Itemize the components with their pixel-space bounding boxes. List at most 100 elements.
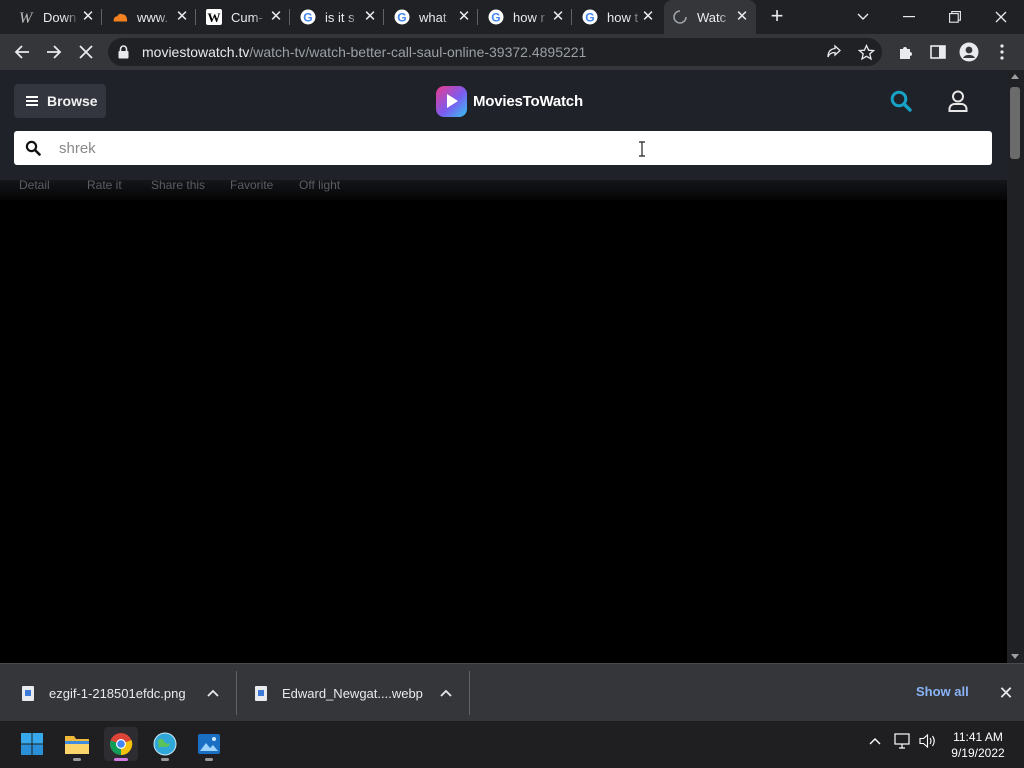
bookmark-star-icon[interactable] bbox=[852, 38, 880, 66]
scroll-up-arrow-icon[interactable] bbox=[1011, 74, 1019, 79]
hamburger-icon bbox=[26, 96, 38, 106]
scrollbar-thumb[interactable] bbox=[1010, 87, 1020, 159]
minimize-icon[interactable] bbox=[886, 0, 932, 34]
forward-arrow-icon[interactable] bbox=[40, 38, 68, 66]
tab-separator bbox=[195, 9, 196, 25]
tab-title: Cum- bbox=[231, 9, 263, 25]
photos-icon[interactable] bbox=[192, 727, 226, 761]
tab-close-icon[interactable]: ✕ bbox=[80, 9, 96, 25]
window-close-icon[interactable] bbox=[978, 0, 1024, 34]
search-icon[interactable] bbox=[889, 89, 913, 113]
tab-title: what bbox=[419, 9, 447, 25]
off-light-link[interactable]: Off light bbox=[299, 180, 340, 192]
tab-search-icon[interactable] bbox=[840, 0, 886, 34]
browser-toolbar: moviestowatch.tv/watch-tv/watch-better-c… bbox=[0, 34, 1024, 70]
network-globe-icon[interactable] bbox=[148, 727, 182, 761]
tab-6[interactable]: G how t ✕ bbox=[574, 0, 662, 34]
search-input[interactable] bbox=[59, 131, 959, 165]
show-hidden-icons-icon[interactable] bbox=[867, 733, 883, 754]
svg-text:G: G bbox=[397, 10, 406, 24]
tab-title: is it s bbox=[325, 9, 355, 25]
text-cursor-icon bbox=[638, 141, 646, 157]
tab-2[interactable]: W Cum- ✕ bbox=[198, 0, 290, 34]
address-bar[interactable]: moviestowatch.tv/watch-tv/watch-better-c… bbox=[108, 38, 882, 66]
download-separator bbox=[236, 671, 237, 715]
tab-active[interactable]: Watc ✕ bbox=[664, 0, 756, 34]
download-item-0[interactable]: ezgif-1-218501efdc.png bbox=[22, 664, 228, 722]
tab-separator bbox=[101, 9, 102, 25]
new-tab-icon[interactable]: + bbox=[766, 5, 788, 28]
tab-close-icon[interactable]: ✕ bbox=[640, 9, 656, 25]
google-icon: G bbox=[582, 9, 598, 25]
download-filename: ezgif-1-218501efdc.png bbox=[49, 685, 186, 701]
clock-time: 11:41 AM bbox=[953, 730, 1003, 744]
site-logo[interactable]: MoviesToWatch bbox=[436, 85, 583, 117]
system-clock[interactable]: 11:41 AM 9/19/2022 bbox=[944, 729, 1012, 761]
clock-date: 9/19/2022 bbox=[951, 746, 1005, 760]
rate-it-link[interactable]: Rate it bbox=[87, 180, 122, 192]
image-file-icon bbox=[22, 685, 34, 701]
network-icon[interactable] bbox=[894, 733, 912, 754]
side-panel-icon[interactable] bbox=[924, 38, 952, 66]
back-arrow-icon[interactable] bbox=[8, 38, 36, 66]
tab-title: how t bbox=[607, 9, 639, 25]
svg-text:G: G bbox=[303, 10, 312, 24]
share-this-link[interactable]: Share this bbox=[151, 180, 205, 192]
image-file-icon bbox=[255, 685, 267, 701]
close-download-bar-icon[interactable]: ✕ bbox=[996, 683, 1016, 703]
detail-link[interactable]: Detail bbox=[19, 180, 50, 192]
svg-text:G: G bbox=[491, 10, 500, 24]
url-path: /watch-tv/watch-better-call-saul-online-… bbox=[249, 44, 587, 60]
tab-0[interactable]: W Down ✕ bbox=[10, 0, 102, 34]
chrome-icon[interactable] bbox=[104, 727, 138, 761]
chevron-up-icon[interactable] bbox=[439, 687, 453, 699]
google-icon: G bbox=[394, 9, 410, 25]
favorite-link[interactable]: Favorite bbox=[230, 180, 273, 192]
running-indicator bbox=[114, 758, 128, 761]
site-search-bar[interactable] bbox=[14, 131, 992, 165]
tab-close-icon[interactable]: ✕ bbox=[550, 9, 566, 25]
tab-title: how r bbox=[513, 9, 545, 25]
user-account-icon[interactable] bbox=[946, 89, 970, 113]
tab-title: www. bbox=[137, 9, 169, 25]
tab-4[interactable]: G what ✕ bbox=[386, 0, 478, 34]
volume-icon[interactable] bbox=[919, 733, 937, 754]
start-icon[interactable] bbox=[15, 727, 49, 761]
restore-icon[interactable] bbox=[932, 0, 978, 34]
download-bar: ezgif-1-218501efdc.png Edward_Newgat....… bbox=[0, 663, 1024, 721]
google-icon: G bbox=[488, 9, 504, 25]
page-scrollbar[interactable] bbox=[1007, 70, 1024, 663]
svg-text:W: W bbox=[208, 10, 221, 25]
tab-5[interactable]: G how r ✕ bbox=[480, 0, 572, 34]
tab-separator bbox=[571, 9, 572, 25]
chrome-window: W Down ✕ www. ✕ W Cum- ✕ G is it s ✕ G w… bbox=[0, 0, 1024, 768]
tab-close-icon[interactable]: ✕ bbox=[734, 9, 750, 25]
extensions-puzzle-icon[interactable] bbox=[892, 38, 920, 66]
tab-close-icon[interactable]: ✕ bbox=[456, 9, 472, 25]
profile-avatar-icon[interactable] bbox=[955, 38, 983, 66]
chrome-menu-icon[interactable] bbox=[988, 38, 1016, 66]
show-all-button[interactable]: Show all bbox=[916, 684, 969, 699]
tab-close-icon[interactable]: ✕ bbox=[174, 9, 190, 25]
scroll-down-arrow-icon[interactable] bbox=[1011, 654, 1019, 659]
windows-taskbar: 11:41 AM 9/19/2022 bbox=[0, 721, 1024, 768]
lock-icon[interactable] bbox=[118, 45, 129, 64]
tab-title: Down bbox=[43, 9, 77, 25]
tab-strip: W Down ✕ www. ✕ W Cum- ✕ G is it s ✕ G w… bbox=[0, 0, 1024, 34]
tab-close-icon[interactable]: ✕ bbox=[362, 9, 378, 25]
tab-3[interactable]: G is it s ✕ bbox=[292, 0, 384, 34]
svg-text:G: G bbox=[585, 10, 594, 24]
file-explorer-icon[interactable] bbox=[60, 727, 94, 761]
chevron-up-icon[interactable] bbox=[206, 687, 220, 699]
download-filename: Edward_Newgat....webp bbox=[282, 685, 423, 701]
tab-close-icon[interactable]: ✕ bbox=[268, 9, 284, 25]
tab-1[interactable]: www. ✕ bbox=[104, 0, 196, 34]
video-player-area[interactable] bbox=[0, 200, 1007, 663]
site-header: Browse MoviesToWatch bbox=[0, 70, 1007, 180]
share-icon[interactable] bbox=[820, 38, 848, 66]
download-item-1[interactable]: Edward_Newgat....webp bbox=[255, 664, 461, 722]
loading-spinner-icon bbox=[672, 9, 688, 25]
url-text: moviestowatch.tv/watch-tv/watch-better-c… bbox=[142, 44, 586, 60]
stop-loading-icon[interactable] bbox=[72, 38, 100, 66]
browse-button[interactable]: Browse bbox=[14, 84, 106, 118]
